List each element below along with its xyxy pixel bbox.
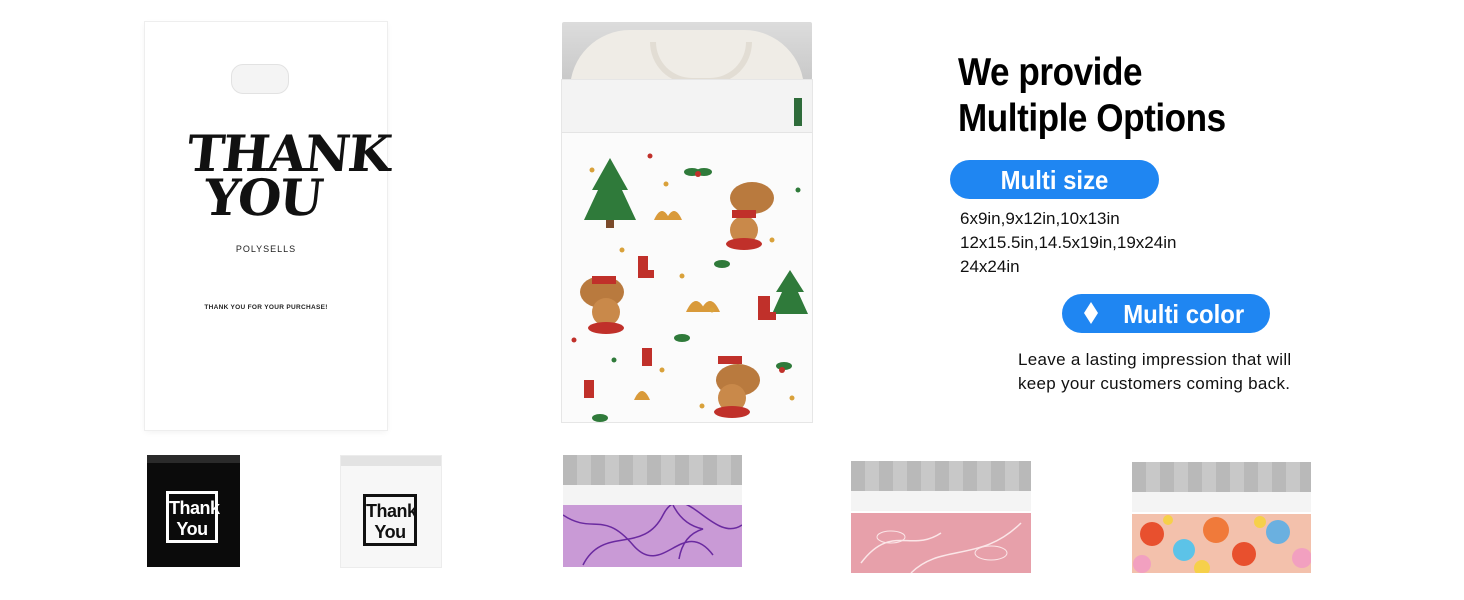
multi-size-badge: Multi size: [950, 160, 1159, 199]
colorful-floral-mailer-swatch: [1132, 462, 1311, 573]
bag-thank-you-logo: THANK YOU: [180, 124, 393, 227]
christmas-mailer-bag-image: [562, 22, 812, 422]
multi-color-label: Multi color: [1123, 299, 1245, 329]
size-list: 6x9in,9x12in,10x13in 12x15.5in,14.5x19in…: [960, 207, 1176, 279]
multi-color-badge: Multi color: [1062, 294, 1270, 333]
black-thank-you-mailer-swatch: Thank You: [147, 455, 240, 567]
floral-print: [1132, 514, 1311, 573]
white-thank-you-box: Thank You: [363, 494, 417, 546]
diamond-icon: [1084, 302, 1098, 324]
purple-print: [563, 505, 742, 567]
size-line-2: 12x15.5in,14.5x19in,19x24in: [960, 233, 1177, 252]
bag-purchase-note: THANK YOU FOR YOUR PURCHASE!: [204, 304, 328, 311]
reindeer-icon: [726, 182, 774, 250]
black-thank-you-box: Thank You: [166, 491, 220, 543]
white-thank-text: Thank: [366, 501, 417, 521]
reindeer-icon: [714, 356, 760, 418]
pink-floral-mailer-swatch: [851, 461, 1031, 573]
bag-brand-text: POLYSELLS: [235, 244, 297, 254]
christmas-tree-icon: [772, 270, 808, 314]
pink-print: [851, 513, 1031, 573]
mailer-body: [562, 80, 812, 422]
size-line-1: 6x9in,9x12in,10x13in: [960, 209, 1120, 228]
size-line-3: 24x24in: [960, 257, 1020, 276]
headline: We provide Multiple Options: [958, 50, 1226, 142]
multi-color-description: Leave a lasting impression that will kee…: [1018, 350, 1292, 393]
bell-icon: [634, 211, 720, 400]
purple-floral-mailer-swatch: [563, 455, 742, 567]
white-thank-you-bag-image: THANK YOU POLYSELLS THANK YOU FOR YOUR P…: [145, 22, 393, 430]
christmas-pattern: [571, 153, 808, 422]
white-you-text: You: [374, 522, 406, 542]
black-you-text: You: [176, 519, 208, 539]
multi-size-label: Multi size: [1000, 165, 1109, 195]
headline-line-1: We provide: [958, 51, 1143, 94]
reindeer-icon: [580, 276, 624, 334]
white-thank-you-mailer-swatch: Thank You: [341, 456, 441, 567]
headline-line-2: Multiple Options: [958, 97, 1226, 140]
bag-handle-cutout: [231, 64, 289, 94]
black-thank-text: Thank: [169, 498, 220, 518]
